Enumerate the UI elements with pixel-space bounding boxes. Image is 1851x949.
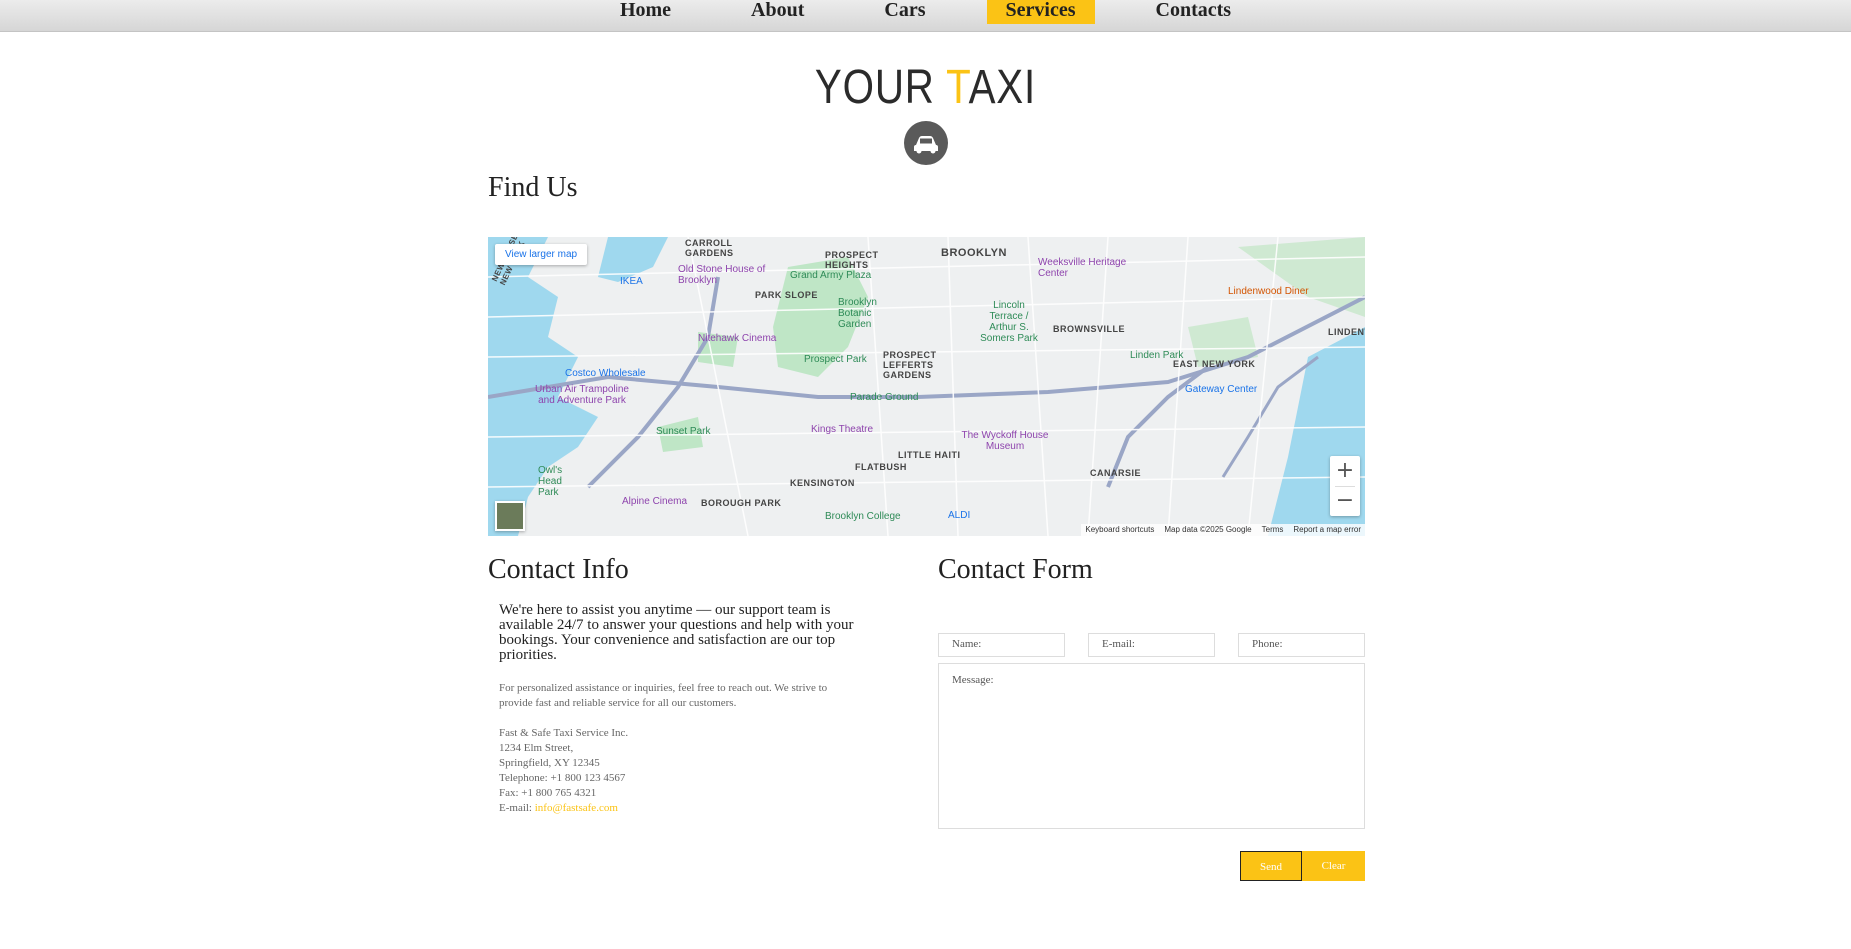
embedded-map[interactable]: BROOKLYN PROSPECT HEIGHTS PARK SLOPE CAR… xyxy=(488,237,1365,536)
map-label: CANARSIE xyxy=(1090,468,1142,478)
map-label: CARROLL GARDENS xyxy=(685,238,734,258)
map-poi[interactable]: Old Stone House of Brooklyn xyxy=(678,264,768,286)
map-poi[interactable]: Kings Theatre xyxy=(811,424,873,435)
nav-services[interactable]: Services xyxy=(986,0,1095,24)
map-poi[interactable]: IKEA xyxy=(620,276,643,287)
map-poi[interactable]: Brooklyn Botanic Garden xyxy=(838,297,888,330)
map-poi[interactable]: Linden Park xyxy=(1130,350,1183,361)
satellite-toggle[interactable] xyxy=(495,501,525,531)
map-poi[interactable]: Lincoln Terrace / Arthur S. Somers Park xyxy=(978,300,1040,344)
map-footer: Keyboard shortcuts Map data ©2025 Google… xyxy=(1081,524,1365,536)
map-poi[interactable]: Sunset Park xyxy=(656,426,710,437)
map-poi[interactable]: Lindenwood Diner xyxy=(1228,286,1309,297)
map-label: LINDENWOOD xyxy=(1328,327,1365,337)
clear-button[interactable]: Clear xyxy=(1302,851,1365,881)
map-poi[interactable]: Gateway Center xyxy=(1185,384,1257,395)
nav-contacts[interactable]: Contacts xyxy=(1137,0,1251,24)
map-poi[interactable]: Urban Air Trampoline and Adventure Park xyxy=(527,384,637,406)
map-poi[interactable]: Parade Ground xyxy=(850,392,918,403)
map-poi[interactable]: Weeksville Heritage Center xyxy=(1038,257,1128,279)
telephone: Telephone: +1 800 123 4567 xyxy=(499,772,626,784)
nav-home[interactable]: Home xyxy=(601,0,690,24)
email-link[interactable]: info@fastsafe.com xyxy=(535,802,618,814)
map-poi[interactable]: Alpine Cinema xyxy=(622,496,687,507)
fax: Fax: +1 800 765 4321 xyxy=(499,787,597,799)
company-name: Fast & Safe Taxi Service Inc. xyxy=(499,727,629,739)
map-poi[interactable]: Nitehawk Cinema xyxy=(698,333,776,344)
map-poi[interactable]: Brooklyn College xyxy=(825,511,901,522)
zoom-divider xyxy=(1335,486,1355,487)
car-icon xyxy=(904,121,948,165)
message-field[interactable]: Message: xyxy=(938,663,1365,829)
logo-text-2: AXI xyxy=(968,61,1037,114)
top-navbar: Home About Cars Services Contacts xyxy=(0,0,1851,32)
site-logo[interactable]: YOUR TAXI xyxy=(148,60,1703,115)
map-label: BOROUGH PARK xyxy=(701,498,782,508)
map-poi[interactable]: Costco Wholesale xyxy=(565,368,646,379)
address-block: Fast & Safe Taxi Service Inc. 1234 Elm S… xyxy=(499,726,628,816)
contact-info-subtext: For personalized assistance or inquiries… xyxy=(499,682,828,709)
map-label: EAST NEW YORK xyxy=(1173,359,1256,369)
logo-accent: T xyxy=(946,61,969,114)
map-poi[interactable]: Grand Army Plaza xyxy=(790,270,871,281)
map-label: PARK SLOPE xyxy=(755,290,818,300)
name-field[interactable]: Name: xyxy=(938,633,1065,657)
nav-about[interactable]: About xyxy=(732,0,823,24)
map-poi[interactable]: ALDI xyxy=(948,510,970,521)
contact-info-lead: We're here to assist you anytime — our s… xyxy=(499,602,854,663)
map-label: BROOKLYN xyxy=(941,247,1007,259)
find-us-heading: Find Us xyxy=(488,172,578,203)
map-label: KENSINGTON xyxy=(790,478,855,488)
map-poi[interactable]: The Wyckoff House Museum xyxy=(960,430,1050,452)
main-nav: Home About Cars Services Contacts xyxy=(0,0,1851,32)
report-error-link[interactable]: Report a map error xyxy=(1293,524,1361,536)
view-larger-map-link[interactable]: View larger map xyxy=(495,244,588,265)
map-label: PROSPECT HEIGHTS xyxy=(825,250,879,270)
map-label: PROSPECT LEFFERTS GARDENS xyxy=(883,350,937,380)
nav-cars[interactable]: Cars xyxy=(865,0,944,24)
map-poi[interactable]: Owl's Head Park xyxy=(538,465,578,498)
contact-form-heading: Contact Form xyxy=(938,554,1093,585)
map-poi[interactable]: Prospect Park xyxy=(804,354,867,365)
email-label: E-mail: xyxy=(499,802,535,814)
map-label: BROWNSVILLE xyxy=(1053,324,1125,334)
email-line: E-mail: info@fastsafe.com xyxy=(499,801,628,816)
city: Springfield, XY 12345 xyxy=(499,757,600,769)
send-button[interactable]: Send xyxy=(1240,851,1302,881)
phone-field[interactable]: Phone: xyxy=(1238,633,1365,657)
map-label: FLATBUSH xyxy=(855,462,907,472)
email-field[interactable]: E-mail: xyxy=(1088,633,1215,657)
zoom-controls: + − xyxy=(1330,456,1360,516)
zoom-out-button[interactable]: − xyxy=(1330,486,1360,516)
contact-info-heading: Contact Info xyxy=(488,554,629,585)
logo-text-1: YOUR xyxy=(814,61,947,114)
keyboard-shortcuts-link[interactable]: Keyboard shortcuts xyxy=(1085,524,1154,536)
map-data-attribution: Map data ©2025 Google xyxy=(1164,525,1252,534)
map-label: LITTLE HAITI xyxy=(898,450,961,460)
street: 1234 Elm Street, xyxy=(499,742,574,754)
terms-link[interactable]: Terms xyxy=(1262,524,1284,536)
zoom-in-button[interactable]: + xyxy=(1330,456,1360,486)
